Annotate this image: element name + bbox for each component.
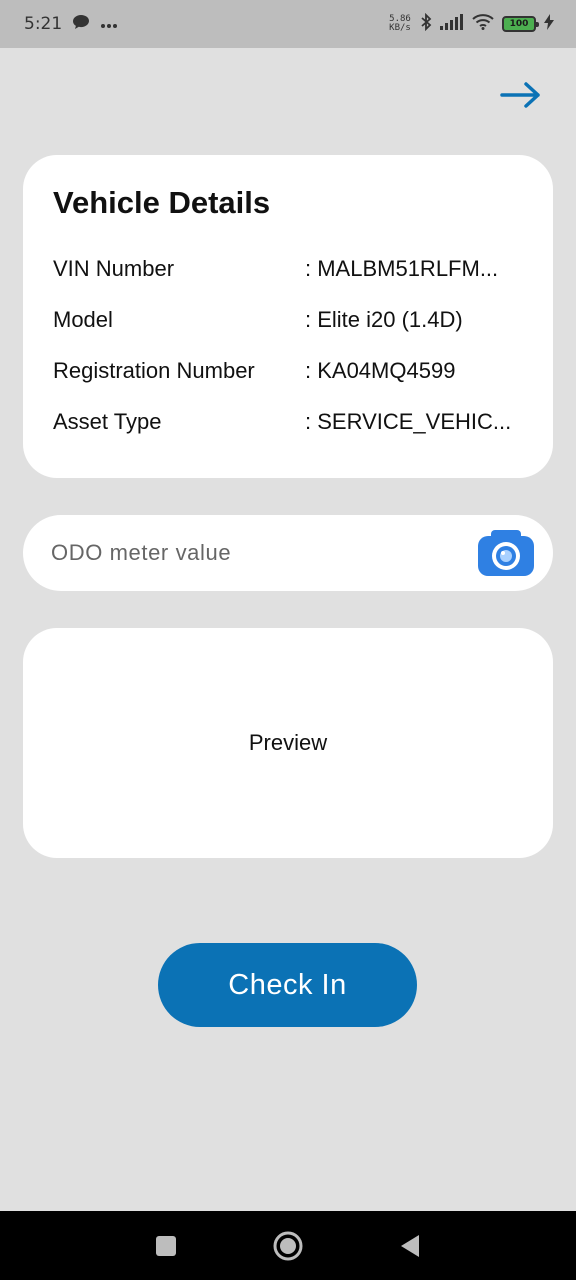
network-speed: 5.86 KB/s [388, 15, 412, 33]
odo-meter-card [23, 515, 553, 591]
recents-button[interactable] [150, 1230, 182, 1262]
model-value: : Elite i20 (1.4D) [305, 306, 463, 332]
vin-value: : MALBM51RLFM... [305, 255, 499, 281]
preview-card: Preview [23, 628, 553, 858]
registration-label: Registration Number [53, 357, 255, 383]
detail-row-vin: VIN Number : MALBM51RLFM... [53, 243, 523, 294]
charging-icon [544, 14, 554, 34]
model-label: Model [53, 306, 113, 332]
back-button[interactable] [394, 1230, 426, 1262]
check-in-button[interactable]: Check In [158, 943, 417, 1027]
home-circle-icon [273, 1231, 303, 1260]
arrow-right-icon [500, 82, 540, 108]
odo-meter-input[interactable] [51, 540, 451, 566]
bluetooth-icon [420, 12, 432, 35]
status-bar: 5:21 5.86 KB/s 100 [0, 0, 576, 48]
vin-label: VIN Number [53, 255, 175, 281]
asset-type-label: Asset Type [53, 408, 162, 434]
navigation-bar [0, 1211, 576, 1280]
signal-icon [440, 14, 464, 34]
camera-button[interactable] [477, 528, 535, 578]
status-right: 5.86 KB/s 100 [388, 12, 554, 35]
preview-label: Preview [248, 730, 328, 755]
vehicle-details-card: Vehicle Details VIN Number : MALBM51RLFM… [23, 155, 553, 478]
battery-icon: 100 [502, 16, 539, 32]
status-time: 5:21 [24, 14, 63, 34]
camera-icon [478, 530, 534, 576]
chat-notification-icon [72, 14, 90, 35]
next-arrow-button[interactable] [497, 77, 545, 113]
registration-value: : KA04MQ4599 [305, 357, 456, 383]
home-button[interactable] [272, 1230, 304, 1262]
network-speed-unit: KB/s [389, 23, 411, 33]
square-icon [156, 1235, 176, 1256]
more-notifications-icon [100, 14, 118, 34]
detail-row-registration: Registration Number : KA04MQ4599 [53, 345, 523, 396]
wifi-icon [472, 14, 494, 34]
detail-row-model: Model : Elite i20 (1.4D) [53, 294, 523, 345]
detail-row-asset-type: Asset Type : SERVICE_VEHIC... [53, 396, 523, 447]
battery-level: 100 [509, 19, 529, 29]
asset-type-value: : SERVICE_VEHIC... [305, 408, 512, 434]
back-triangle-icon [401, 1234, 419, 1257]
status-left: 5:21 [24, 14, 118, 35]
vehicle-details-title: Vehicle Details [53, 185, 271, 220]
